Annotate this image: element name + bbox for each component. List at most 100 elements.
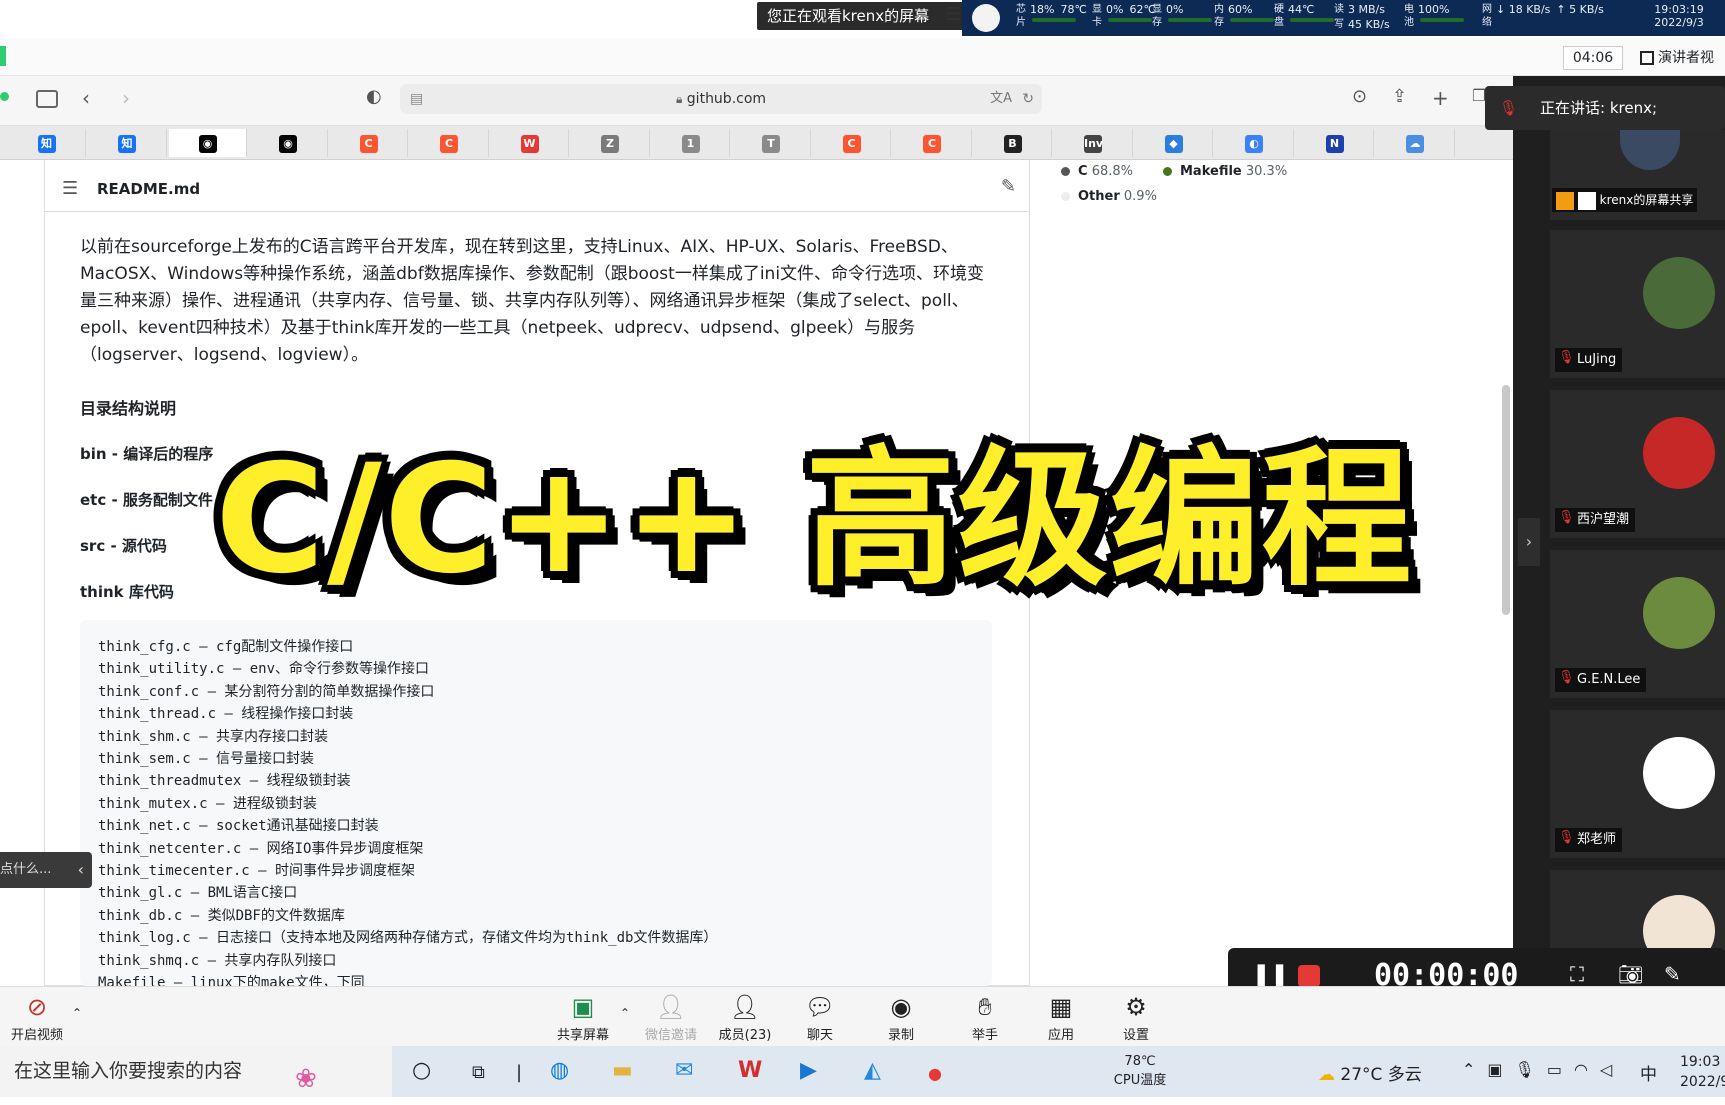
settings-icon: ⚙ (1125, 993, 1147, 1021)
collapse-left-icon[interactable]: ‹ (78, 852, 84, 888)
page-scrollbar[interactable] (1502, 385, 1510, 615)
taskbar-time: 19:03 (1680, 1054, 1721, 1070)
video-label: 开启视频 (10, 1028, 63, 1043)
browser-tab[interactable]: 知 (8, 129, 86, 157)
members-icon: 👤︎ (729, 993, 761, 1021)
pen-icon[interactable]: ✎ (1664, 962, 1681, 986)
left-hint-tab[interactable]: 点什么... ‹ (0, 852, 92, 888)
browser-tab[interactable]: ◐ (1216, 129, 1294, 157)
browser-tab[interactable]: C (894, 129, 972, 157)
raise-hand-button[interactable]: ✋︎ 举手 (950, 990, 1020, 1043)
edge-icon[interactable]: ◍ (550, 1058, 569, 1083)
monitor-item: 显 卡 0% 62℃ (1092, 3, 1156, 29)
window-dot (0, 92, 9, 101)
tencent-meeting-icon[interactable]: ◭ (864, 1058, 881, 1083)
presenter-view-button[interactable]: 演讲者视 (1640, 46, 1725, 70)
green-indicator (0, 46, 6, 66)
tray-icons[interactable]: ⌃▣🎙︎▭◠◁︎ (1462, 1060, 1624, 1079)
chat-button[interactable]: 💬︎ 聊天 (785, 990, 855, 1043)
weather-text: 27°C 多云 (1340, 1065, 1422, 1085)
fullscreen-capture-icon[interactable]: ⛶ (1570, 962, 1584, 986)
code-line: Makefile – linux下的make文件，下同 (98, 975, 365, 986)
wps-icon[interactable]: W (738, 1058, 762, 1083)
browser-tab[interactable]: ◉ (250, 129, 328, 157)
monitor-label: 内 存 (1214, 4, 1224, 28)
lang-c[interactable]: C 68.8% (1061, 164, 1133, 179)
participant-avatar (1643, 257, 1715, 329)
code-line: think_shmq.c – 共享内存队列接口 (98, 952, 337, 969)
cortana-icon[interactable]: ○ (412, 1058, 431, 1083)
translate-icon[interactable]: 文A (990, 84, 1012, 114)
lang-makefile[interactable]: Makefile 30.3% (1163, 164, 1287, 179)
weather[interactable]: ☁ 27°C 多云 (1318, 1060, 1422, 1085)
pause-icon[interactable]: ❚❚ (1252, 962, 1289, 987)
browser-tab[interactable]: W (491, 129, 569, 157)
browser-tab[interactable]: B (974, 129, 1052, 157)
browser-tab[interactable]: C (813, 129, 891, 157)
mic-muted-icon: 🎙︎ (1558, 830, 1575, 845)
sidebar-toggle-icon[interactable] (36, 90, 58, 108)
readme-description: 以前在sourceforge上发布的C语言跨平台开发库，现在转到这里，支持Lin… (80, 237, 985, 365)
share-options-icon[interactable]: ⌃ (620, 1006, 630, 1020)
readme-filename[interactable]: README.md (97, 180, 200, 198)
browser-tab[interactable]: C (330, 129, 408, 157)
download-icon[interactable]: ⊙ (1352, 86, 1367, 107)
camera-icon[interactable]: 📷︎ (1618, 962, 1643, 986)
meeting-top-row (0, 38, 1725, 76)
share-screen-button[interactable]: ▣ 共享屏幕 (548, 990, 618, 1043)
ime-indicator[interactable]: 中 (1640, 1060, 1657, 1085)
lang-other[interactable]: Other 0.9% (1061, 189, 1157, 204)
meeting-controls (0, 986, 1725, 1046)
browser-tab[interactable]: T (733, 129, 811, 157)
reload-icon[interactable]: ↻ (1022, 84, 1034, 114)
address-bar[interactable]: ▤ 🔒︎ github.com 文A ↻ (400, 84, 1042, 114)
apps-button[interactable]: ▦ 应用 (1026, 990, 1096, 1043)
monitor-avatar (972, 4, 1000, 32)
browser-tab[interactable]: 知 (89, 129, 167, 157)
settings-button[interactable]: ⚙ 设置 (1101, 990, 1171, 1043)
lock-icon: 🔒︎ (675, 92, 683, 106)
media-player-icon[interactable]: ▶ (800, 1058, 817, 1083)
recorder-icon[interactable]: ● (928, 1064, 942, 1083)
record-button[interactable]: ◉ 录制 (866, 990, 936, 1043)
toc-icon[interactable]: ☰ (62, 178, 78, 199)
video-options-icon[interactable]: ⌃ (72, 1006, 82, 1020)
code-line: think_shm.c – 共享内存接口封装 (98, 728, 329, 745)
sharer-label: krenx的屏幕共享 (1552, 188, 1698, 212)
presenter-view-label: 演讲者视 (1658, 50, 1714, 66)
file-explorer-icon[interactable]: ▬ (612, 1058, 633, 1083)
task-view-icon[interactable]: ⧉ (472, 1062, 485, 1083)
browser-tab[interactable]: Inv (1055, 129, 1133, 157)
stop-record-icon[interactable] (1298, 965, 1320, 987)
taskbar-search[interactable]: 在这里输入你要搜索的内容 ❀ (0, 1046, 392, 1097)
browser-tab[interactable]: ◉krenx19... (169, 129, 247, 178)
monitor-item: 内 存 60% (1214, 3, 1274, 29)
weather-icon: ☁ (1318, 1065, 1335, 1085)
monitor-label: 硬 盘 (1274, 4, 1284, 28)
taskbar-clock[interactable]: 19:03 2022/9 (1680, 1052, 1725, 1092)
sharer-badge-icon (1556, 191, 1574, 210)
monitor-item: 硬 盘 44℃ (1274, 3, 1334, 29)
browser-tab[interactable]: ☁ (1377, 129, 1455, 157)
browser-tab[interactable]: N (1296, 129, 1374, 157)
monitor-bar (1420, 18, 1464, 22)
members-button[interactable]: 👤︎ 成员(23) (710, 990, 780, 1043)
browser-tab[interactable]: C (411, 129, 489, 157)
browser-tab[interactable]: 1 (652, 129, 730, 157)
forward-icon[interactable]: › (122, 86, 130, 110)
edit-icon[interactable]: ✎ (1001, 176, 1016, 197)
code-line: think_sem.c – 信号量接口封装 (98, 751, 315, 767)
menu-icon[interactable]: ☰ (945, 4, 963, 28)
video-button[interactable]: ⊘ 开启视频 (2, 990, 72, 1043)
mail-icon[interactable]: ✉ (675, 1058, 693, 1083)
mic-muted-icon: 🎙︎ (1558, 670, 1575, 685)
back-icon[interactable]: ‹ (82, 86, 90, 110)
share-icon[interactable]: ⇪ (1392, 86, 1407, 107)
browser-tab[interactable]: Z (572, 129, 650, 157)
browser-tab[interactable]: ◆ (1135, 129, 1213, 157)
collapse-panel-icon[interactable]: › (1518, 518, 1540, 566)
wechat-invite-button[interactable]: 👤︎ 微信邀请 (636, 990, 706, 1043)
new-tab-icon[interactable]: + (1432, 86, 1449, 110)
monitor-label: 显 卡 (1092, 4, 1102, 28)
shield-icon[interactable]: ◐ (366, 86, 382, 107)
